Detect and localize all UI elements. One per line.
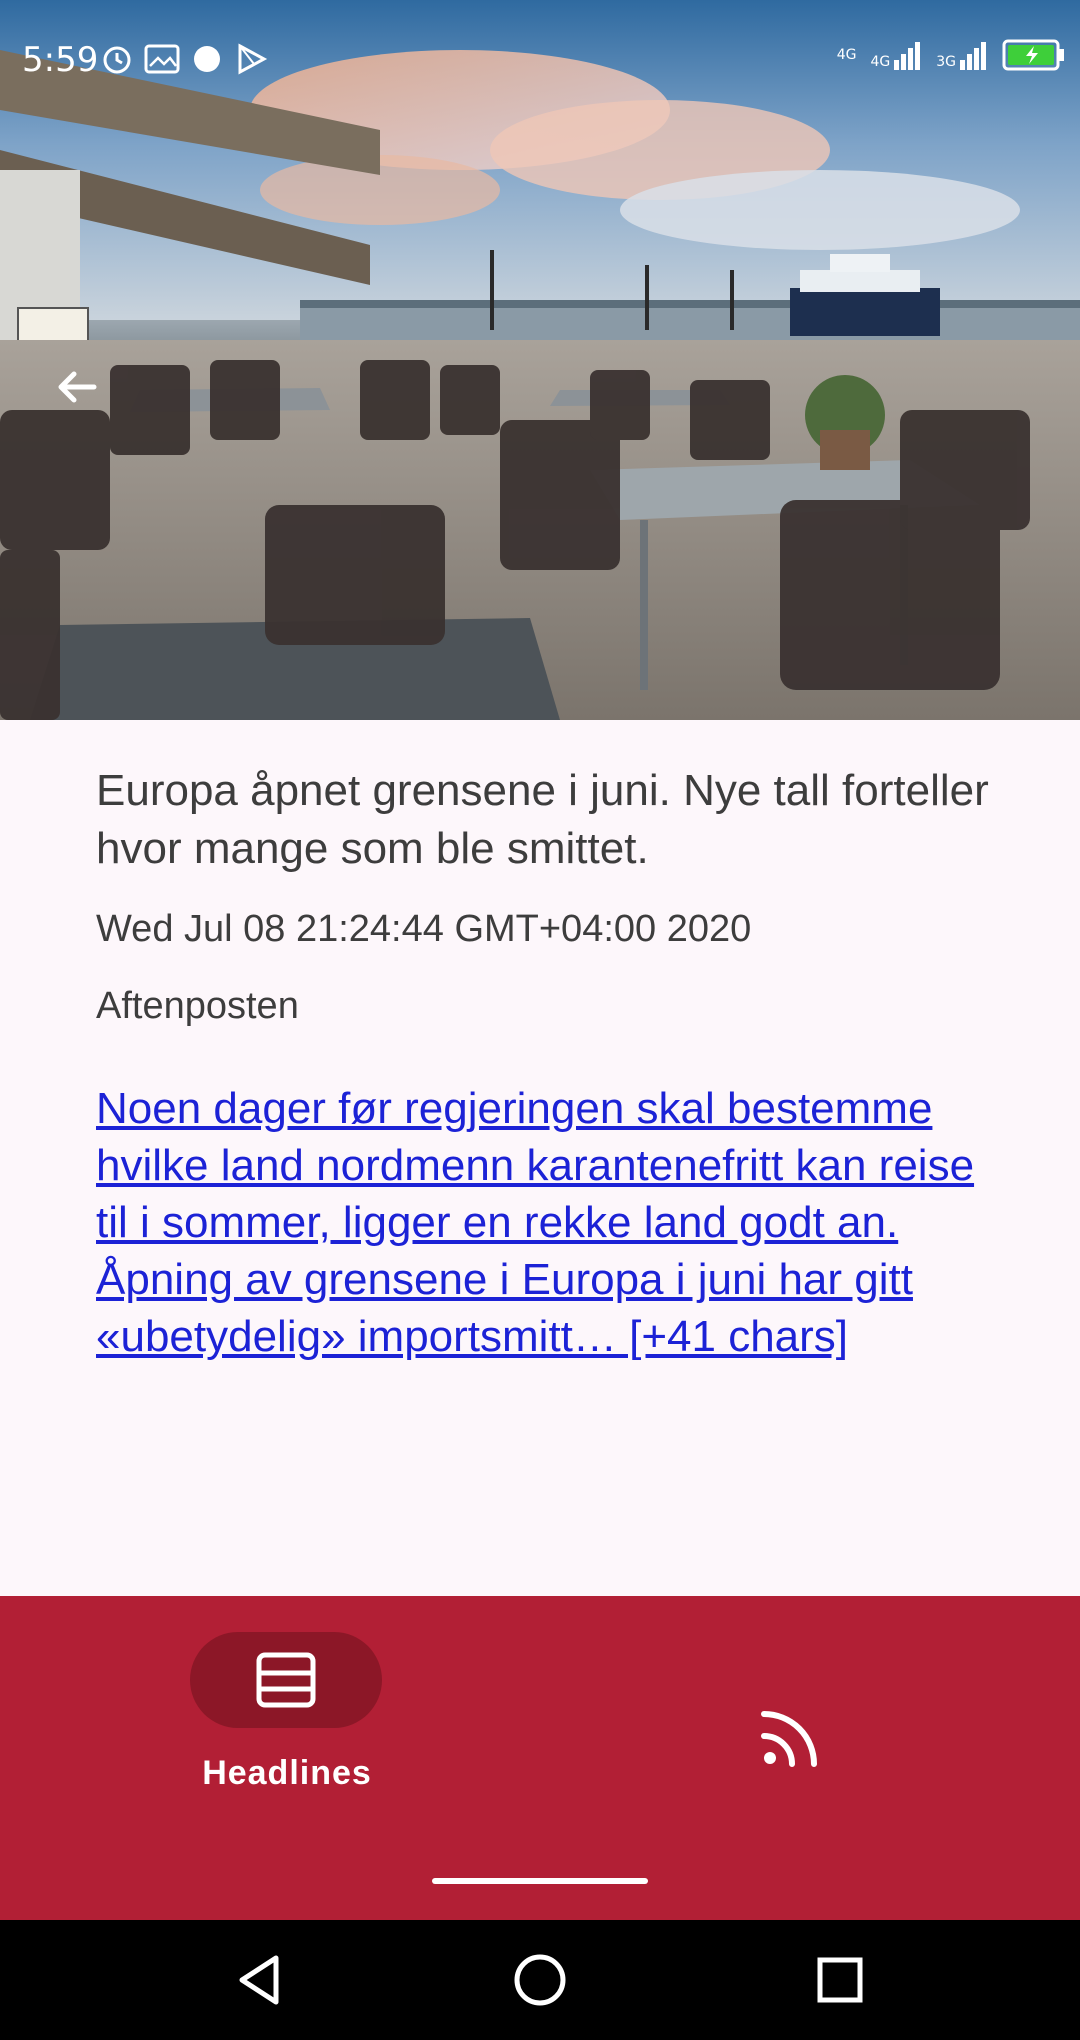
status-right-icons: 4G 4G 3G — [837, 38, 1066, 72]
nav-label-headlines: Headlines — [202, 1754, 372, 1792]
arrow-left-icon — [58, 371, 97, 403]
article-date: Wed Jul 08 21:24:44 GMT+04:00 2020 — [96, 908, 752, 950]
system-recents-button[interactable] — [810, 1950, 870, 2010]
system-navigation-bar — [0, 1920, 1080, 2040]
article-content: Europa åpnet grensene i juni. Nye tall f… — [96, 720, 996, 1365]
status-bar: 5:59 4G 4G 3G — [0, 0, 1080, 120]
home-circle-icon — [514, 1954, 566, 2006]
circle-icon — [194, 46, 220, 72]
back-triangle-icon — [239, 1955, 279, 2005]
recents-square-icon — [817, 1957, 863, 2003]
nav-item-feeds[interactable] — [752, 1694, 832, 1774]
rss-feed-icon — [761, 1711, 817, 1767]
article-source: Aftenposten — [96, 985, 299, 1027]
gesture-handle — [432, 1878, 648, 1884]
bottom-navigation-bar: Headlines — [0, 1596, 1080, 1920]
headlines-icon — [256, 1652, 316, 1708]
system-home-button[interactable] — [510, 1950, 570, 2010]
signal-bars-icon — [960, 42, 986, 70]
alarm-icon — [103, 46, 131, 74]
system-back-button[interactable] — [230, 1950, 290, 2010]
network-4g-1: 4G — [836, 47, 857, 63]
network-4g-2: 4G — [870, 40, 922, 70]
play-store-icon — [238, 43, 268, 75]
nav-item-headlines[interactable]: Headlines — [190, 1632, 384, 1793]
network-3g: 3G — [936, 40, 988, 70]
signal-bars-icon — [894, 42, 921, 70]
article-title: Europa åpnet grensene i juni. Nye tall f… — [96, 766, 989, 873]
status-time: 5:59 — [22, 40, 99, 80]
nav-item-selected-indicator — [190, 1632, 382, 1728]
status-left-icons — [100, 42, 268, 76]
article-description-link[interactable]: Noen dager før regjeringen skal bestemme… — [96, 1080, 996, 1365]
image-icon — [144, 44, 180, 74]
back-button[interactable] — [52, 362, 102, 417]
battery-charging-icon — [1002, 39, 1064, 71]
